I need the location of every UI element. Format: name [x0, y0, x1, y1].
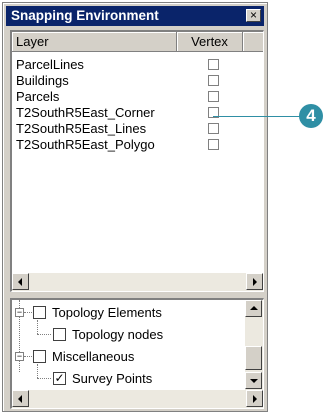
tree-connector	[24, 356, 32, 357]
scroll-right-button[interactable]	[246, 273, 263, 290]
checkbox-miscellaneous[interactable]	[33, 350, 46, 363]
layer-name: Buildings	[16, 73, 69, 88]
arrow-left-icon	[18, 395, 22, 403]
layer-name: T2SouthR5East_Corner	[16, 105, 155, 120]
arrow-down-icon	[250, 379, 258, 383]
scroll-up-button[interactable]	[245, 300, 262, 317]
table-row: T2SouthR5East_Corner	[16, 105, 155, 120]
tree-connector	[37, 334, 51, 335]
tree-item-topology-nodes[interactable]: Topology nodes	[72, 327, 163, 342]
layer-name: ParcelLines	[16, 57, 84, 72]
checkbox-topology-elements[interactable]	[33, 306, 46, 319]
vertex-checkbox-parcels[interactable]	[208, 91, 219, 102]
table-row: Parcels	[16, 89, 59, 104]
vertex-checkbox-parcellines[interactable]	[208, 59, 219, 70]
layer-name: T2SouthR5East_Polygo	[16, 137, 155, 152]
scroll-right-button[interactable]	[246, 390, 263, 407]
scroll-thumb[interactable]	[245, 346, 262, 370]
tree-item-survey-points[interactable]: Survey Points	[72, 371, 152, 386]
checkmark-icon: ✓	[54, 371, 65, 385]
tree-connector	[37, 364, 38, 378]
arrow-right-icon	[253, 395, 257, 403]
title-bar[interactable]: Snapping Environment ×	[6, 6, 264, 26]
snapping-tree: − Topology Elements Topology nodes − Mis…	[10, 298, 264, 409]
snapping-environment-window: Snapping Environment × Layer Vertex Parc…	[2, 2, 268, 412]
arrow-right-icon	[253, 278, 257, 286]
layers-table: Layer Vertex ParcelLines Buildings Parce…	[10, 30, 264, 292]
scroll-left-button[interactable]	[12, 273, 29, 290]
table-row: Buildings	[16, 73, 69, 88]
close-icon: ×	[249, 8, 257, 22]
checkbox-topology-nodes[interactable]	[53, 328, 66, 341]
horizontal-scrollbar-tree[interactable]	[12, 390, 263, 408]
tree-connector	[24, 312, 32, 313]
vertical-scrollbar[interactable]	[245, 300, 263, 390]
tree-item-topology-elements[interactable]: Topology Elements	[52, 305, 162, 320]
arrow-left-icon	[18, 278, 22, 286]
tree-connector	[37, 378, 51, 379]
scroll-left-button[interactable]	[12, 390, 29, 407]
callout-badge: 4	[299, 104, 323, 128]
checkbox-survey-points[interactable]: ✓	[53, 372, 66, 385]
arrow-up-icon	[250, 306, 258, 310]
collapse-topology-icon[interactable]: −	[15, 308, 24, 317]
close-button[interactable]: ×	[246, 9, 261, 22]
window-title: Snapping Environment	[11, 8, 159, 23]
column-header-extra[interactable]	[243, 32, 263, 52]
vertex-checkbox-polygon[interactable]	[208, 139, 219, 150]
scroll-down-button[interactable]	[245, 372, 262, 389]
vertex-checkbox-buildings[interactable]	[208, 75, 219, 86]
horizontal-scrollbar[interactable]	[12, 273, 263, 291]
tree-item-miscellaneous[interactable]: Miscellaneous	[52, 349, 134, 364]
callout-leader-line	[213, 116, 302, 117]
vertex-checkbox-lines[interactable]	[208, 123, 219, 134]
table-row: ParcelLines	[16, 57, 84, 72]
layer-name: T2SouthR5East_Lines	[16, 121, 147, 136]
tree-connector	[37, 320, 38, 334]
column-header-layer[interactable]: Layer	[12, 32, 177, 52]
column-header-vertex[interactable]: Vertex	[177, 32, 243, 52]
layer-name: Parcels	[16, 89, 60, 104]
table-row: T2SouthR5East_Polygo	[16, 137, 155, 152]
table-row: T2SouthR5East_Lines	[16, 121, 146, 136]
collapse-miscellaneous-icon[interactable]: −	[15, 352, 24, 361]
